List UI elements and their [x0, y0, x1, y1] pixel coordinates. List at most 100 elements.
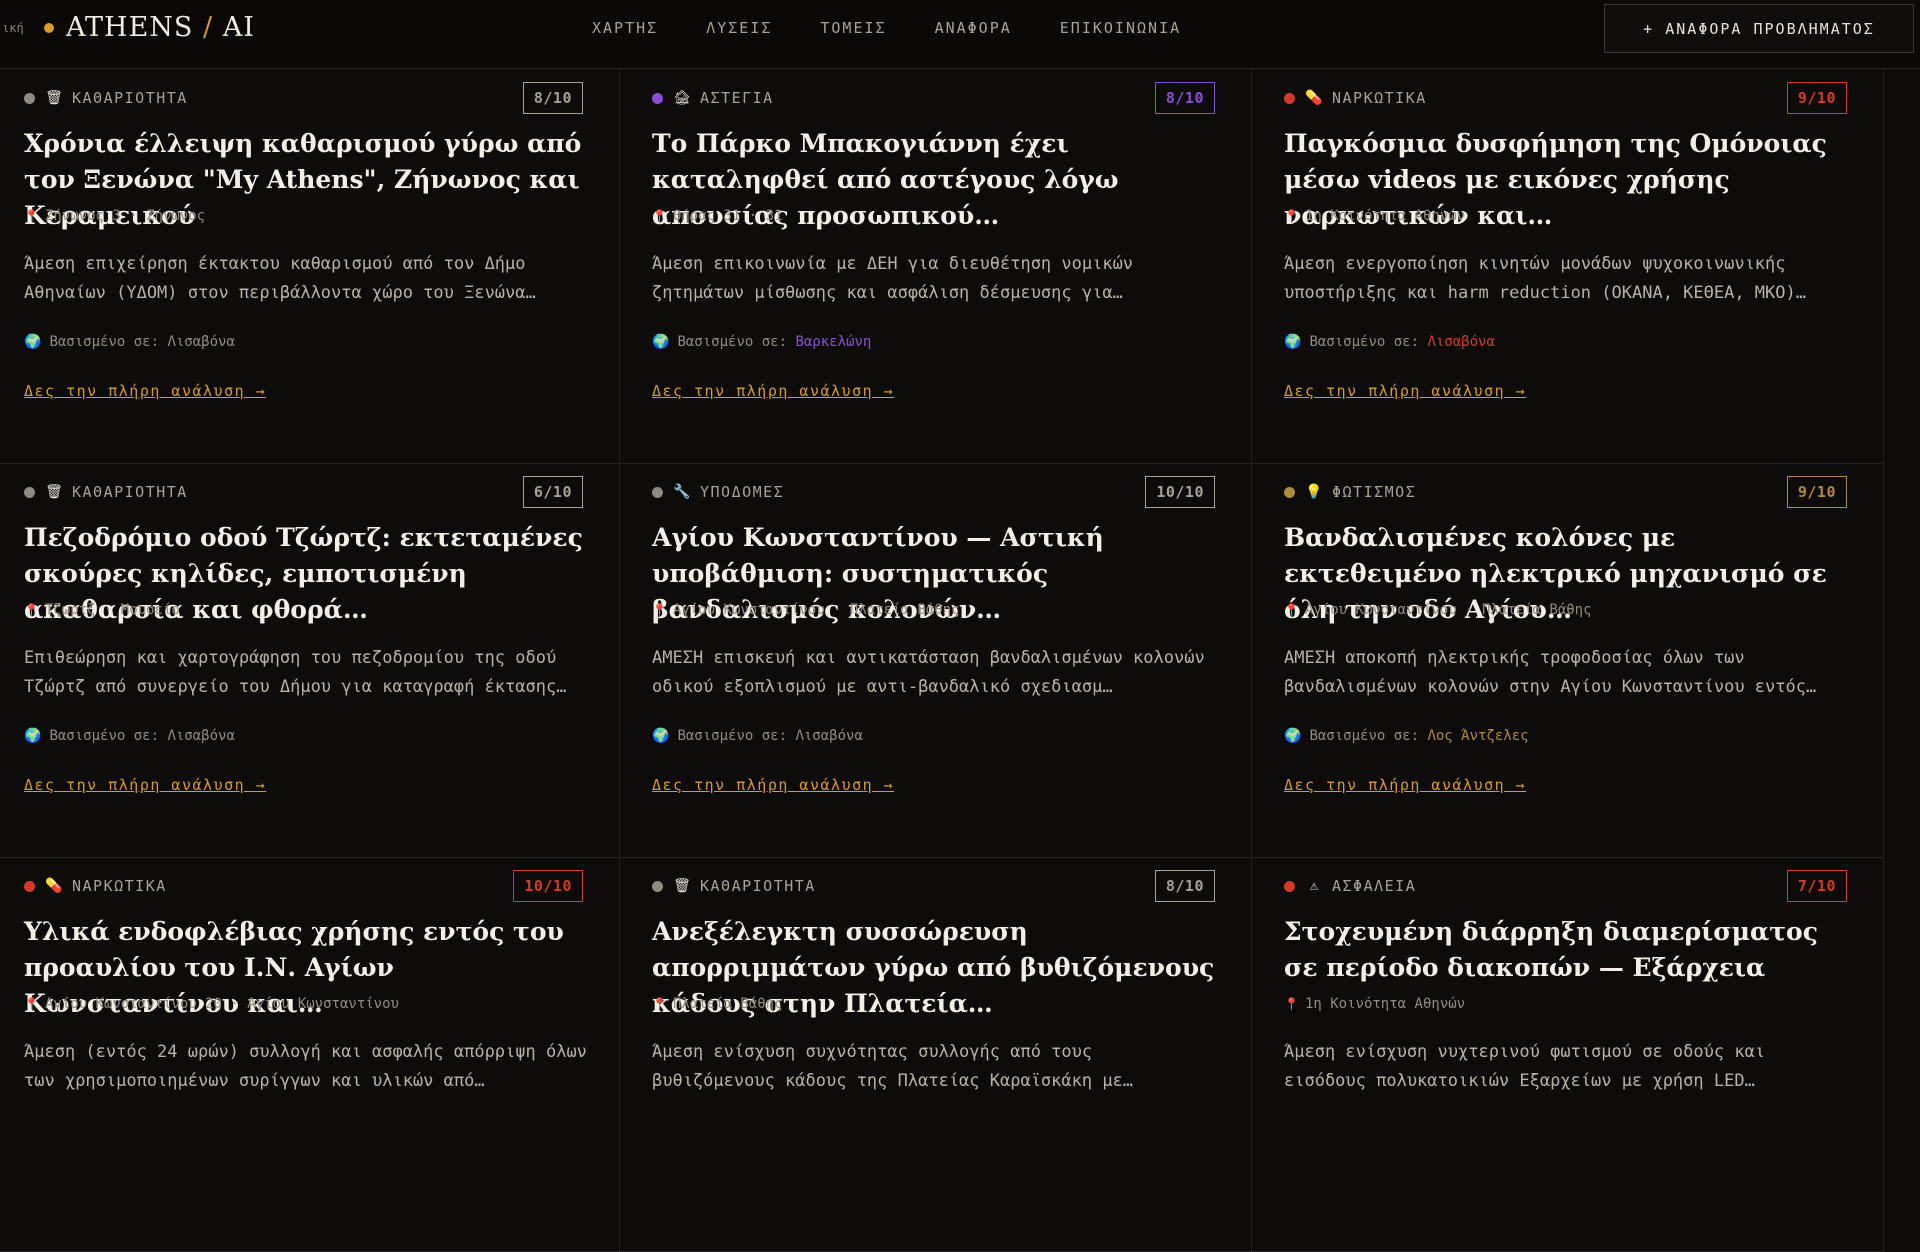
location-pin-icon: 📍 [1284, 209, 1299, 223]
based-on: 🌍 Βασισμένο σε: Λισαβόνα [24, 728, 235, 744]
issue-card[interactable]: 🗑 ΚΑΘΑΡΙΟΤΗΤΑ 8/10 Χρόνια έλλειψη καθαρι… [0, 70, 620, 464]
issue-card[interactable]: 💊 ΝΑΡΚΩΤΙΚΑ 9/10 Παγκόσμια δυσφήμηση της… [1252, 70, 1884, 464]
location-pin-icon: 📍 [24, 209, 39, 223]
severity-score-badge: 10/10 [513, 870, 583, 902]
location-text: Θήρας 31 · 31 [672, 208, 783, 224]
globe-icon: 🌍 [1284, 728, 1302, 744]
location-pin-icon: 📍 [24, 603, 39, 617]
location-text: 1η Κοινότητα Αθηνών [1304, 996, 1466, 1012]
category-dot-icon [1284, 880, 1295, 892]
logo-separator: / [203, 12, 214, 43]
based-on-city: Λισαβόνα [167, 334, 235, 350]
read-analysis-link[interactable]: Δες την πλήρη ανάλυση → [24, 382, 266, 400]
category-dot-icon [1284, 486, 1295, 498]
based-on: 🌍 Βασισμένο σε: Λος Άντζελες [1284, 728, 1529, 744]
based-on: 🌍 Βασισμένο σε: Βαρκελώνη [652, 334, 871, 350]
read-analysis-link[interactable]: Δες την πλήρη ανάλυση → [652, 776, 894, 794]
issue-card[interactable]: 🗑 ΚΑΘΑΡΙΟΤΗΤΑ 8/10 Ανεξέλεγκτη συσσώρευσ… [620, 858, 1252, 1252]
location-pin-icon: 📍 [652, 997, 667, 1011]
logo-prefix: ική [2, 21, 24, 35]
pill-icon: 💊 [1305, 90, 1323, 106]
card-header: 💊 ΝΑΡΚΩΤΙΚΑ 10/10 [24, 870, 583, 902]
logo-text-right: AI [222, 12, 255, 43]
read-analysis-link[interactable]: Δες την πλήρη ανάλυση → [652, 382, 894, 400]
severity-score-badge: 9/10 [1786, 82, 1847, 114]
based-on-label: Βασισμένο σε: [49, 728, 160, 744]
based-on-city: Λος Άντζελες [1427, 728, 1529, 744]
severity-score-badge: 6/10 [522, 476, 583, 508]
read-analysis-link[interactable]: Δες την πλήρη ανάλυση → [1284, 776, 1526, 794]
nav-solutions[interactable]: ΛΥΣΕΙΣ [706, 19, 772, 39]
wrench-icon: 🔧 [673, 484, 691, 500]
pill-icon: 💊 [45, 878, 63, 894]
globe-icon: 🌍 [24, 728, 42, 744]
issue-card[interactable]: 💡 ΦΩΤΙΣΜΟΣ 9/10 Βανδαλισμένες κολόνες με… [1252, 464, 1884, 858]
trash-icon: 🗑 [45, 90, 63, 106]
issue-card[interactable]: 🔧 ΥΠΟΔΟΜΕΣ 10/10 Αγίου Κωνσταντίνου — Ασ… [620, 464, 1252, 858]
nav-report[interactable]: ΑΝΑΦΟΡΑ [935, 19, 1012, 39]
house-icon: 🏚 [673, 90, 691, 106]
issue-location: 📍 1η Κοινότητα Αθηνών [1284, 996, 1465, 1012]
issue-card[interactable]: 🏚 ΑΣΤΕΓΙΑ 8/10 Το Πάρκο Μπακογιάννη έχει… [620, 70, 1252, 464]
category-label: ΑΣΤΕΓΙΑ [700, 89, 774, 107]
location-pin-icon: 📍 [1284, 603, 1299, 617]
location-text: Αγίου Κωνσταντίνου · Πλατεία Βάθης [672, 602, 960, 618]
read-analysis-link[interactable]: Δες την πλήρη ανάλυση → [24, 776, 266, 794]
read-analysis-link[interactable]: Δες την πλήρη ανάλυση → [1284, 382, 1526, 400]
issue-description: ΑΜΕΣΗ αποκοπή ηλεκτρικής τροφοδοσίας όλω… [1284, 648, 1817, 697]
report-problem-button[interactable]: + ΑΝΑΦΟΡΑ ΠΡΟΒΛΗΜΑΤΟΣ [1604, 4, 1914, 53]
issue-location: 📍 Τζωρτζ · Μουσείο [24, 602, 180, 618]
issue-location: 📍 Αγίου Κωνσταντίνου · Πλατεία Βάθης [652, 602, 960, 618]
location-text: Πλατεία Βάθης [672, 996, 783, 1012]
location-text: Αγίου Κωνσταντίνου 20 · Αγίου Κωνσταντίν… [44, 996, 399, 1012]
issue-description: ΑΜΕΣΗ επισκευή και αντικατάσταση βανδαλι… [652, 648, 1205, 697]
card-header: 🔧 ΥΠΟΔΟΜΕΣ 10/10 [652, 476, 1215, 508]
issues-grid: 🗑 ΚΑΘΑΡΙΟΤΗΤΑ 8/10 Χρόνια έλλειψη καθαρι… [0, 70, 1884, 1252]
location-pin-icon: 📍 [652, 603, 667, 617]
nav-sectors[interactable]: ΤΟΜΕΙΣ [820, 19, 886, 39]
location-pin-icon: 📍 [24, 997, 39, 1011]
category-label: ΑΣΦΑΛΕΙΑ [1332, 877, 1417, 895]
issue-description: Άμεση ενίσχυση συχνότητας συλλογής από τ… [652, 1042, 1134, 1091]
category-label: ΝΑΡΚΩΤΙΚΑ [1332, 89, 1427, 107]
severity-score-badge: 8/10 [522, 82, 583, 114]
based-on-city: Λισαβόνα [1427, 334, 1495, 350]
globe-icon: 🌍 [24, 334, 42, 350]
warning-icon: ⚠ [1309, 878, 1319, 894]
severity-score-badge: 7/10 [1786, 870, 1847, 902]
issue-location: 📍 Πλατεία Βάθης [652, 996, 783, 1012]
card-header: 🗑 ΚΑΘΑΡΙΟΤΗΤΑ 8/10 [24, 82, 583, 114]
based-on-city: Λισαβόνα [167, 728, 235, 744]
issue-title[interactable]: Στοχευμένη διάρρηξη διαμερίσματος σε περ… [1284, 914, 1853, 986]
category-label: ΚΑΘΑΡΙΟΤΗΤΑ [72, 483, 188, 501]
based-on: 🌍 Βασισμένο σε: Λισαβόνα [652, 728, 863, 744]
issue-location: 📍 Αγίου Κωνσταντίνου 20 · Αγίου Κωνσταντί… [24, 996, 399, 1012]
issue-location: 📍 Αγίου Κωνσταντίνου · Πλατεία Βάθης [1284, 602, 1592, 618]
based-on-city: Βαρκελώνη [795, 334, 872, 350]
location-text: 1η Κοινότητα Αθηνών [1304, 208, 1466, 224]
globe-icon: 🌍 [652, 334, 670, 350]
nav-map[interactable]: ΧΑΡΤΗΣ [592, 19, 658, 39]
logo-dot-icon [44, 23, 54, 33]
issue-card[interactable]: ⚠ ΑΣΦΑΛΕΙΑ 7/10 Στοχευμένη διάρρηξη διαμ… [1252, 858, 1884, 1252]
nav-contact[interactable]: ΕΠΙΚΟΙΝΩΝΙΑ [1060, 19, 1181, 39]
category-label: ΝΑΡΚΩΤΙΚΑ [72, 877, 167, 895]
issue-description: Άμεση ενεργοποίηση κινητών μονάδων ψυχοκ… [1284, 254, 1806, 303]
card-header: ⚠ ΑΣΦΑΛΕΙΑ 7/10 [1284, 870, 1847, 902]
card-header: 🗑 ΚΑΘΑΡΙΟΤΗΤΑ 8/10 [652, 870, 1215, 902]
globe-icon: 🌍 [1284, 334, 1302, 350]
main-nav: ΧΑΡΤΗΣ ΛΥΣΕΙΣ ΤΟΜΕΙΣ ΑΝΑΦΟΡΑ ΕΠΙΚΟΙΝΩΝΙΑ [592, 19, 1229, 39]
card-header: 💡 ΦΩΤΙΣΜΟΣ 9/10 [1284, 476, 1847, 508]
category-label: ΚΑΘΑΡΙΟΤΗΤΑ [700, 877, 816, 895]
globe-icon: 🌍 [652, 728, 670, 744]
location-text: Αγίου Κωνσταντίνου · Πλατεία Βάθης [1304, 602, 1592, 618]
logo[interactable]: ATHENS / AI [66, 12, 255, 43]
card-header: 💊 ΝΑΡΚΩΤΙΚΑ 9/10 [1284, 82, 1847, 114]
issue-location: 📍 1η Κοινότητα Αθηνών [1284, 208, 1465, 224]
trash-icon: 🗑 [673, 878, 691, 894]
issue-card[interactable]: 💊 ΝΑΡΚΩΤΙΚΑ 10/10 Υλικά ενδοφλέβιας χρήσ… [0, 858, 620, 1252]
category-label: ΦΩΤΙΣΜΟΣ [1332, 483, 1417, 501]
based-on-label: Βασισμένο σε: [1309, 334, 1420, 350]
issue-card[interactable]: 🗑 ΚΑΘΑΡΙΟΤΗΤΑ 6/10 Πεζοδρόμιο οδού Τζώρτ… [0, 464, 620, 858]
category-dot-icon [24, 486, 35, 498]
